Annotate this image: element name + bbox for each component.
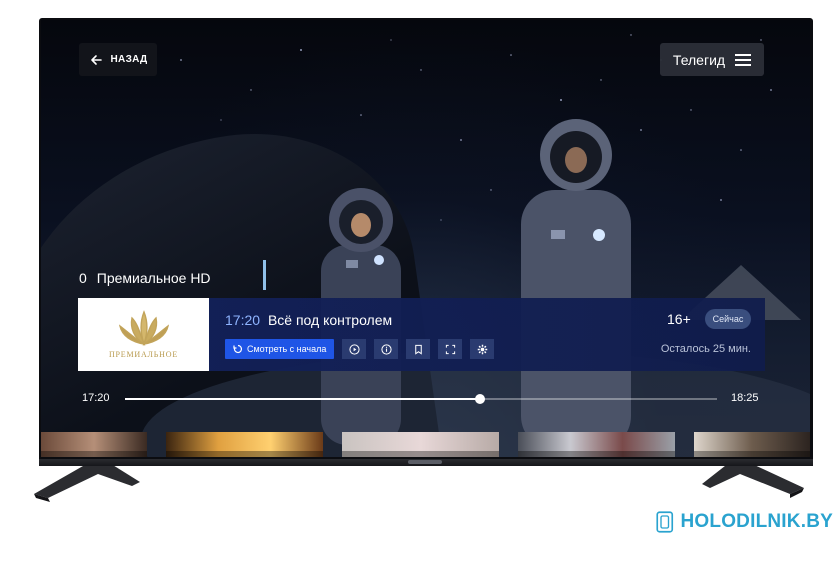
program-title: Всё под контролем: [267, 312, 393, 328]
channel-thumbnail[interactable]: [166, 432, 323, 457]
menu-icon: [735, 53, 752, 66]
program-start-time: 17:20: [225, 312, 261, 328]
back-button[interactable]: НАЗАД: [79, 43, 157, 76]
progress-fill: [125, 398, 481, 400]
tv-stand-left: [34, 462, 140, 502]
time-remaining: Осталось 25 мин.: [660, 343, 751, 355]
channel-thumbnail[interactable]: [342, 432, 499, 457]
arrow-left-icon: [90, 54, 102, 65]
play-button[interactable]: [342, 339, 367, 359]
fullscreen-button[interactable]: [438, 339, 463, 359]
restart-icon: [233, 344, 243, 354]
channel-row: 0 Премиальное HD: [79, 270, 211, 286]
bookmark-icon: [415, 344, 422, 355]
program-line: 17:20 Всё под контролем: [225, 312, 392, 328]
play-icon: [349, 343, 360, 355]
channel-thumbnail[interactable]: [518, 432, 675, 457]
channel-thumbnail[interactable]: [694, 432, 810, 457]
channel-thumbnail[interactable]: [41, 432, 147, 457]
watch-from-start-label: Смотреть с начала: [247, 344, 327, 354]
channel-name: Премиальное HD: [96, 270, 211, 286]
tvguide-label: Телегид: [672, 51, 726, 68]
watch-from-start-button[interactable]: Смотреть с начала: [225, 339, 335, 359]
progress-start-time: 17:20: [82, 392, 110, 404]
watermark: HOLODILNIK.BY: [655, 503, 833, 541]
info-icon: [381, 343, 392, 355]
channel-logo: ПРЕМИАЛЬНОЕ: [78, 298, 209, 371]
channel-number: 0: [79, 270, 87, 286]
fridge-icon: [656, 511, 674, 533]
watermark-text: HOLODILNIK.BY: [680, 511, 833, 532]
tvguide-button[interactable]: Телегид: [660, 43, 764, 76]
program-info-panel: 17:20 Всё под контролем 16+ Сейчас Смотр…: [209, 298, 765, 371]
tv-screen: НАЗАД Телегид 0 Премиальное HD ПРЕМИАЛЬН…: [41, 20, 810, 457]
info-button[interactable]: [374, 339, 399, 359]
settings-button[interactable]: [470, 339, 495, 359]
age-rating: 16+: [667, 311, 691, 327]
back-label: НАЗАД: [110, 54, 148, 65]
brand-logo: [408, 460, 442, 464]
astronauts-scene: [141, 119, 810, 457]
now-badge: Сейчас: [705, 309, 751, 329]
progress-track[interactable]: [125, 394, 717, 404]
channel-thumbnail-strip: [41, 432, 810, 457]
playback-controls: Смотреть с начала: [225, 339, 495, 359]
progress-end-time: 18:25: [731, 392, 759, 404]
crown-icon: [118, 310, 169, 347]
bookmark-button[interactable]: [406, 339, 431, 359]
settings-icon: [477, 344, 488, 354]
channel-logo-text: ПРЕМИАЛЬНОЕ: [108, 350, 179, 359]
fullscreen-icon: [445, 344, 456, 354]
